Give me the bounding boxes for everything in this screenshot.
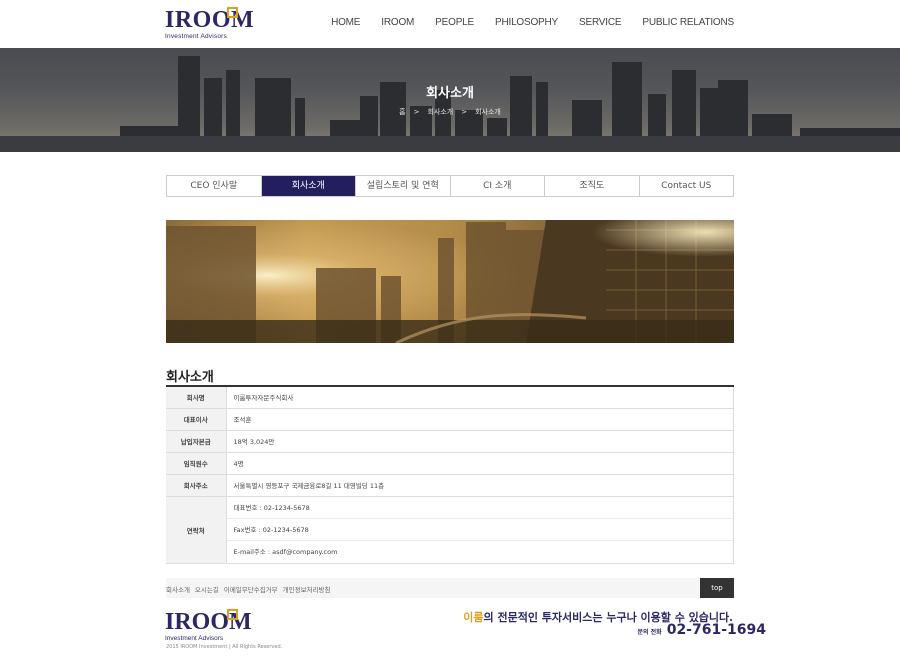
nav-service[interactable]: SERVICE xyxy=(579,17,622,28)
table-row: 회사주소 서울특별시 영등포구 국제금융로8길 11 대영빌딩 11층 xyxy=(166,474,734,497)
row-label: 대표이사 xyxy=(166,408,227,431)
top-button[interactable]: top xyxy=(700,578,734,598)
phone-number: 02-761-1694 xyxy=(666,622,766,638)
tab-contact-us[interactable]: Contact US xyxy=(639,176,733,196)
footer-logo-subtitle: Investment Advisors xyxy=(165,635,224,642)
breadcrumb-current: 회사소개 xyxy=(475,108,501,116)
row-value: 18억 3,024만 xyxy=(226,430,734,453)
city-banner-image xyxy=(166,220,734,343)
footer-link-about[interactable]: 회사소개 xyxy=(166,584,190,594)
section-title: 회사소개 xyxy=(166,370,214,385)
hero-title: 회사소개 xyxy=(426,86,474,101)
phone-label: 문의 전화 xyxy=(637,629,662,636)
footer-phone: 문의 전화 02-761-1694 xyxy=(638,622,766,638)
breadcrumb-separator: > xyxy=(413,108,420,116)
contact-phone: 대표번호 : 02-1234-5678 xyxy=(226,497,733,519)
row-label: 납입자본금 xyxy=(166,430,227,453)
table-row: 납입자본금 18억 3,024만 xyxy=(166,430,734,453)
copyright: 2015 IROOM Investment | All Rights Reser… xyxy=(166,644,283,650)
nav-iroom[interactable]: IROOM xyxy=(381,17,414,28)
footer-links: 회사소개 오시는길 이메일무단수집거부 개인정보처리방침 xyxy=(166,584,331,594)
tab-ci[interactable]: CI 소개 xyxy=(450,176,545,196)
logo-subtitle: Investment Advisors xyxy=(165,33,227,40)
table-row: 임직원수 4명 xyxy=(166,452,734,475)
table-row: 대표이사 조석훈 xyxy=(166,408,734,431)
nav-public-relations[interactable]: PUBLIC RELATIONS xyxy=(642,17,734,28)
row-value: 이룸투자자문주식회사 xyxy=(226,386,734,409)
row-label: 회사명 xyxy=(166,386,227,409)
slogan-highlight: 이룸 xyxy=(463,611,484,624)
tab-history[interactable]: 설립스토리 및 연혁 xyxy=(356,176,451,196)
footer-logo: IROOM Investment Advisors xyxy=(165,609,252,644)
breadcrumb-separator: > xyxy=(461,108,468,116)
breadcrumb-section[interactable]: 회사소개 xyxy=(427,108,453,116)
row-label: 회사주소 xyxy=(166,474,227,497)
site-header: IROOM Investment Advisors HOME IROOM PEO… xyxy=(0,0,900,48)
nav-home[interactable]: HOME xyxy=(331,17,360,28)
footer-link-email-policy[interactable]: 이메일무단수집거부 xyxy=(224,584,278,594)
contact-fax: Fax번호 : 02-1234-5678 xyxy=(226,519,733,541)
site-logo[interactable]: IROOM Investment Advisors xyxy=(165,7,254,42)
contact-values: 대표번호 : 02-1234-5678 Fax번호 : 02-1234-5678… xyxy=(226,496,734,564)
nav-people[interactable]: PEOPLE xyxy=(435,17,474,28)
row-label: 임직원수 xyxy=(166,452,227,475)
breadcrumb-home[interactable]: 홈 xyxy=(399,108,405,116)
tab-organization[interactable]: 조직도 xyxy=(545,176,640,196)
row-label: 연락처 xyxy=(166,496,227,564)
logo-mark-icon xyxy=(227,7,238,18)
table-row: 연락처 대표번호 : 02-1234-5678 Fax번호 : 02-1234-… xyxy=(166,496,734,564)
company-info-table: 회사명 이룸투자자문주식회사 대표이사 조석훈 납입자본금 18억 3,024만… xyxy=(166,385,734,564)
main-nav: HOME IROOM PEOPLE PHILOSOPHY SERVICE PUB… xyxy=(331,17,734,28)
footer-link-directions[interactable]: 오시는길 xyxy=(195,584,219,594)
footer-logo-mark-icon xyxy=(227,609,238,620)
tab-ceo-greeting[interactable]: CEO 인사말 xyxy=(167,176,262,196)
sub-tabs: CEO 인사말 회사소개 설립스토리 및 연혁 CI 소개 조직도 Contac… xyxy=(166,175,734,197)
table-row: 회사명 이룸투자자문주식회사 xyxy=(166,386,734,409)
footer-bar: 회사소개 오시는길 이메일무단수집거부 개인정보처리방침 top xyxy=(166,578,734,598)
row-value: 서울특별시 영등포구 국제금융로8길 11 대영빌딩 11층 xyxy=(226,474,734,497)
row-value: 조석훈 xyxy=(226,408,734,431)
row-value: 4명 xyxy=(226,452,734,475)
tab-company-intro[interactable]: 회사소개 xyxy=(261,176,356,196)
footer-link-privacy[interactable]: 개인정보처리방침 xyxy=(283,584,331,594)
nav-philosophy[interactable]: PHILOSOPHY xyxy=(495,17,558,28)
hero-banner: 회사소개 홈 > 회사소개 > 회사소개 xyxy=(0,48,900,152)
contact-email[interactable]: E-mail주소 : asdf@company.com xyxy=(227,541,734,563)
breadcrumb: 홈 > 회사소개 > 회사소개 xyxy=(0,107,900,117)
